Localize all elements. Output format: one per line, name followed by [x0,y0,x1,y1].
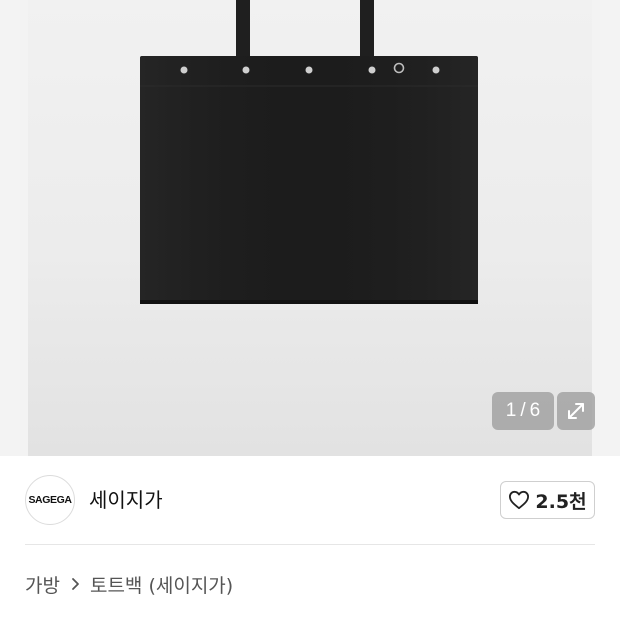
seller-row[interactable]: SAGEGA 세이지가 2.5천 [0,456,620,544]
image-counter-separator: / [520,400,526,421]
tote-bag-image [140,0,478,304]
like-count: 2.5천 [535,490,587,513]
product-title-partial [25,610,585,620]
breadcrumb: 가방 토트백 (세이지가) [25,570,233,598]
breadcrumb-category[interactable]: 가방 [25,571,60,598]
image-counter-current: 1 [505,400,517,421]
chevron-right-icon [70,577,80,591]
divider [25,544,595,545]
brand-logo[interactable]: SAGEGA [25,475,75,525]
product-image-area[interactable] [28,0,592,456]
expand-arrows-icon [568,403,584,419]
image-counter-total: 6 [529,400,541,421]
brand-name[interactable]: 세이지가 [89,486,163,514]
image-counter: 1/6 [492,392,554,430]
brand-logo-text: SAGEGA [28,494,72,506]
expand-button[interactable] [557,392,595,430]
like-button[interactable]: 2.5천 [500,481,595,519]
product-gallery[interactable]: 1/6 [0,0,620,456]
breadcrumb-subcategory[interactable]: 토트백 (세이지가) [90,571,233,598]
heart-outline-icon [509,490,530,510]
